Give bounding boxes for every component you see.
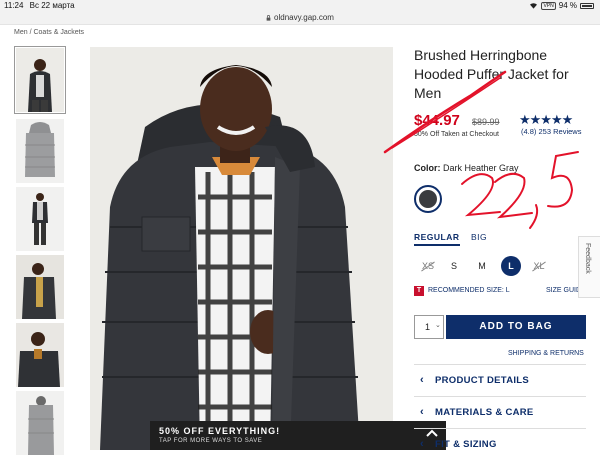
status-icons: VPN 94 % [529, 1, 594, 10]
color-swatch-dark-heather-gray[interactable] [414, 185, 442, 213]
product-title: Brushed Herringbone Hooded Puffer Jacket… [414, 47, 569, 101]
vpn-badge: VPN [541, 1, 556, 10]
tab-fit-big[interactable]: BIG [471, 232, 487, 242]
promo-title: 50% OFF EVERYTHING! [159, 426, 281, 436]
wifi-icon [530, 3, 538, 9]
accordion-label: MATERIALS & CARE [435, 407, 534, 418]
chevron-left-icon: ‹ [420, 406, 424, 418]
accordion-product-details[interactable]: ‹ PRODUCT DETAILS [414, 364, 586, 394]
accordion-label: PRODUCT DETAILS [435, 375, 530, 386]
thumbnail-2[interactable] [16, 119, 64, 183]
thumbnail-6[interactable] [16, 391, 64, 455]
accordion-label: FIT & SIZING [435, 439, 497, 450]
feedback-label: Feedback [584, 243, 591, 274]
breadcrumb: Men / Coats & Jackets [14, 29, 84, 36]
feedback-tab[interactable]: Feedback [578, 236, 600, 298]
thumbnail-1[interactable] [14, 46, 66, 114]
status-date: Вс 22 марта [29, 1, 75, 10]
product-main-image[interactable] [90, 47, 393, 450]
quantity-value: 1 [425, 322, 431, 332]
color-label: Color: Dark Heather Gray [414, 163, 519, 173]
size-l[interactable]: L [501, 256, 521, 276]
thumbnail-4[interactable] [16, 255, 64, 319]
true-fit-icon: T [414, 286, 424, 296]
tab-fit-regular[interactable]: REGULAR [414, 232, 460, 246]
accordion-fit-sizing[interactable]: ‹ FIT & SIZING [414, 428, 586, 458]
chevron-down-icon: ⌄ [435, 322, 441, 329]
size-s[interactable]: S [444, 256, 464, 276]
battery-icon [580, 2, 594, 9]
status-time-date: 11:24 Вс 22 марта [4, 1, 75, 10]
breadcrumb-coats-jackets[interactable]: Coats & Jackets [33, 29, 84, 36]
promo-subtitle: TAP FOR MORE WAYS TO SAVE [159, 438, 263, 444]
add-to-bag-button[interactable]: ADD TO BAG [446, 315, 586, 339]
recommended-size[interactable]: RECOMMENDED SIZE: L [428, 287, 510, 294]
size-xl[interactable]: XL [529, 256, 549, 276]
breadcrumb-men[interactable]: Men [14, 29, 28, 36]
color-value: Dark Heather Gray [443, 163, 519, 173]
rating-stars-icon[interactable]: ★★★★★ [519, 112, 573, 128]
discount-note: 50% Off Taken at Checkout [414, 131, 499, 138]
size-m[interactable]: M [472, 256, 492, 276]
address-bar[interactable]: oldnavy.gap.com [0, 12, 600, 25]
battery-percent: 94 % [558, 1, 577, 10]
color-label-key: Color: [414, 163, 441, 173]
reviews-link[interactable]: (4.8) 253 Reviews [521, 127, 581, 136]
accordion-materials-care[interactable]: ‹ MATERIALS & CARE [414, 396, 586, 426]
thumbnail-3[interactable] [16, 187, 64, 251]
shipping-returns-link[interactable]: SHIPPING & RETURNS [508, 350, 584, 357]
promo-banner[interactable]: 50% OFF EVERYTHING! TAP FOR MORE WAYS TO… [150, 421, 446, 450]
size-xs[interactable]: XS [418, 256, 438, 276]
sale-price: $44.97 [414, 112, 460, 129]
original-price: $89.99 [472, 117, 500, 127]
thumbnail-5[interactable] [16, 323, 64, 387]
url-text: oldnavy.gap.com [274, 13, 334, 22]
status-time: 11:24 [4, 1, 24, 10]
chevron-left-icon: ‹ [420, 374, 424, 386]
status-bar: 11:24 Вс 22 марта VPN 94 % [0, 0, 600, 12]
chevron-left-icon: ‹ [420, 438, 424, 450]
breadcrumb-separator: / [29, 29, 32, 36]
quantity-select[interactable]: 1 ⌄ [414, 315, 444, 339]
lock-icon [266, 14, 271, 21]
